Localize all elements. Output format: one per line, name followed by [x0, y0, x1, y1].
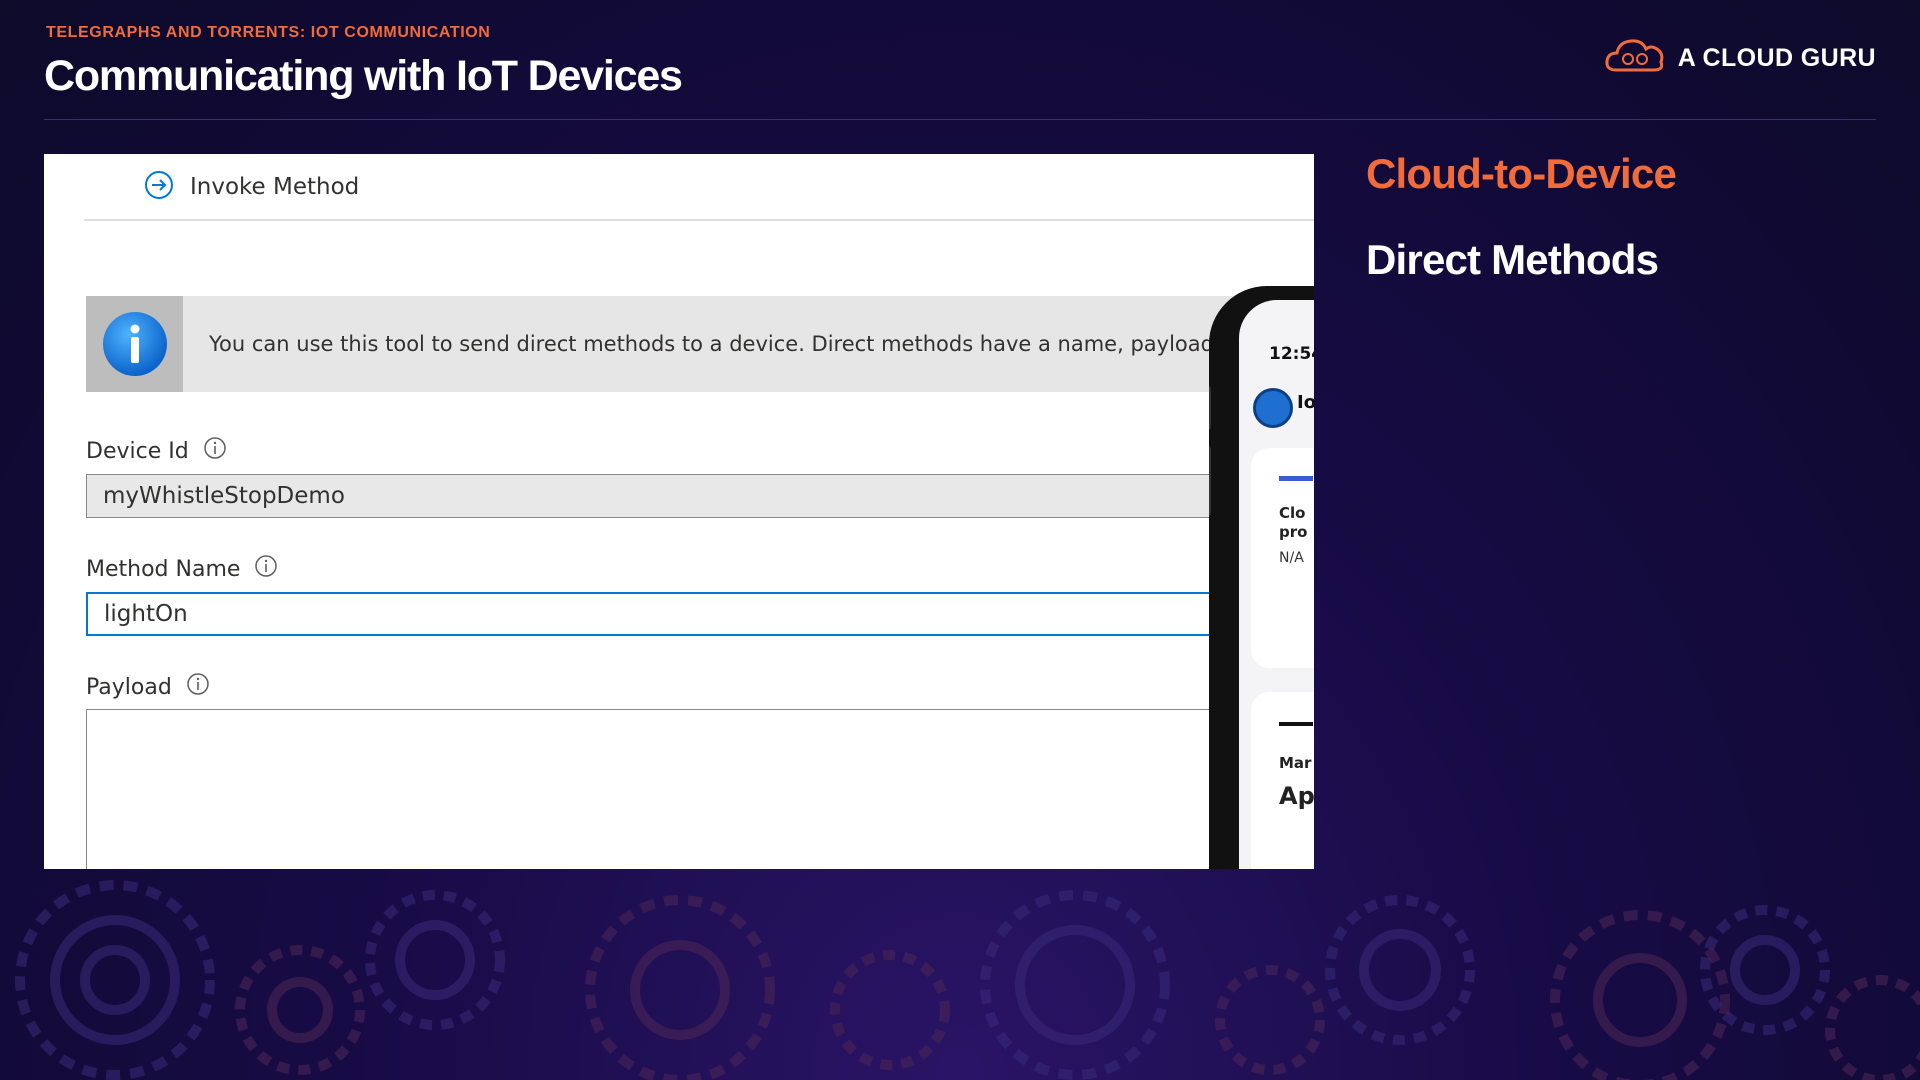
device-id-label: Device Id — [86, 436, 227, 466]
panel-header: Invoke Method — [84, 154, 1314, 221]
slide-kicker: TELEGRAPHS AND TORRENTS: IOT COMMUNICATI… — [46, 24, 491, 41]
phone-overlay: 12:54 Io Clo pro N/A Mar Ap — [1209, 286, 1314, 869]
method-name-label-text: Method Name — [86, 556, 241, 582]
invoke-method-title: Invoke Method — [190, 173, 360, 200]
payload-label: Payload — [86, 672, 210, 702]
phone-card-accent — [1279, 476, 1313, 481]
method-name-label: Method Name — [86, 554, 278, 584]
phone-side-button — [1209, 386, 1211, 430]
payload-label-text: Payload — [86, 674, 172, 700]
header-divider — [44, 119, 1876, 120]
heading-direct-methods: Direct Methods — [1366, 236, 1659, 283]
method-name-field[interactable]: lightOn — [86, 592, 1236, 636]
phone-card-title: Clo pro — [1279, 504, 1307, 542]
payload-textarea[interactable] — [86, 709, 1236, 869]
gear-decoration-icon — [15, 880, 1920, 1080]
phone-side-button — [1209, 446, 1211, 516]
info-banner-text: You can use this tool to send direct met… — [209, 332, 1249, 356]
phone-card-title-line1: Clo — [1279, 504, 1306, 522]
arrow-circle-right-icon — [144, 170, 174, 204]
phone-app-text: Io — [1297, 392, 1314, 413]
slide-title: Communicating with IoT Devices — [44, 52, 683, 100]
phone-card-value: Ap — [1279, 782, 1314, 810]
phone-time: 12:54 — [1269, 344, 1314, 364]
phone-app-icon[interactable] — [1253, 388, 1293, 428]
device-id-field[interactable]: myWhistleStopDemo — [86, 474, 1236, 518]
info-circle-icon[interactable] — [254, 554, 278, 584]
brand-logo: A CLOUD GURU — [1604, 36, 1876, 81]
brand-name: A CLOUD GURU — [1677, 44, 1876, 72]
info-circle-icon[interactable] — [186, 672, 210, 702]
phone-card[interactable]: Clo pro N/A — [1251, 448, 1314, 668]
phone-card-label: Mar — [1279, 754, 1312, 772]
info-icon — [86, 296, 183, 392]
invoke-method-panel: Invoke Method You can use this tool to s… — [44, 154, 1314, 869]
phone-card-title-line2: pro — [1279, 523, 1308, 541]
info-circle-icon[interactable] — [203, 436, 227, 466]
phone-card-accent — [1279, 722, 1313, 726]
phone-screen: 12:54 Io Clo pro N/A Mar Ap — [1239, 300, 1314, 869]
device-id-label-text: Device Id — [86, 438, 189, 464]
phone-card-value: N/A — [1279, 550, 1304, 566]
cloud-logo-icon — [1604, 36, 1666, 81]
heading-cloud-to-device: Cloud-to-Device — [1366, 150, 1677, 197]
phone-card[interactable]: Mar Ap — [1251, 692, 1314, 869]
info-banner: You can use this tool to send direct met… — [86, 296, 1314, 392]
